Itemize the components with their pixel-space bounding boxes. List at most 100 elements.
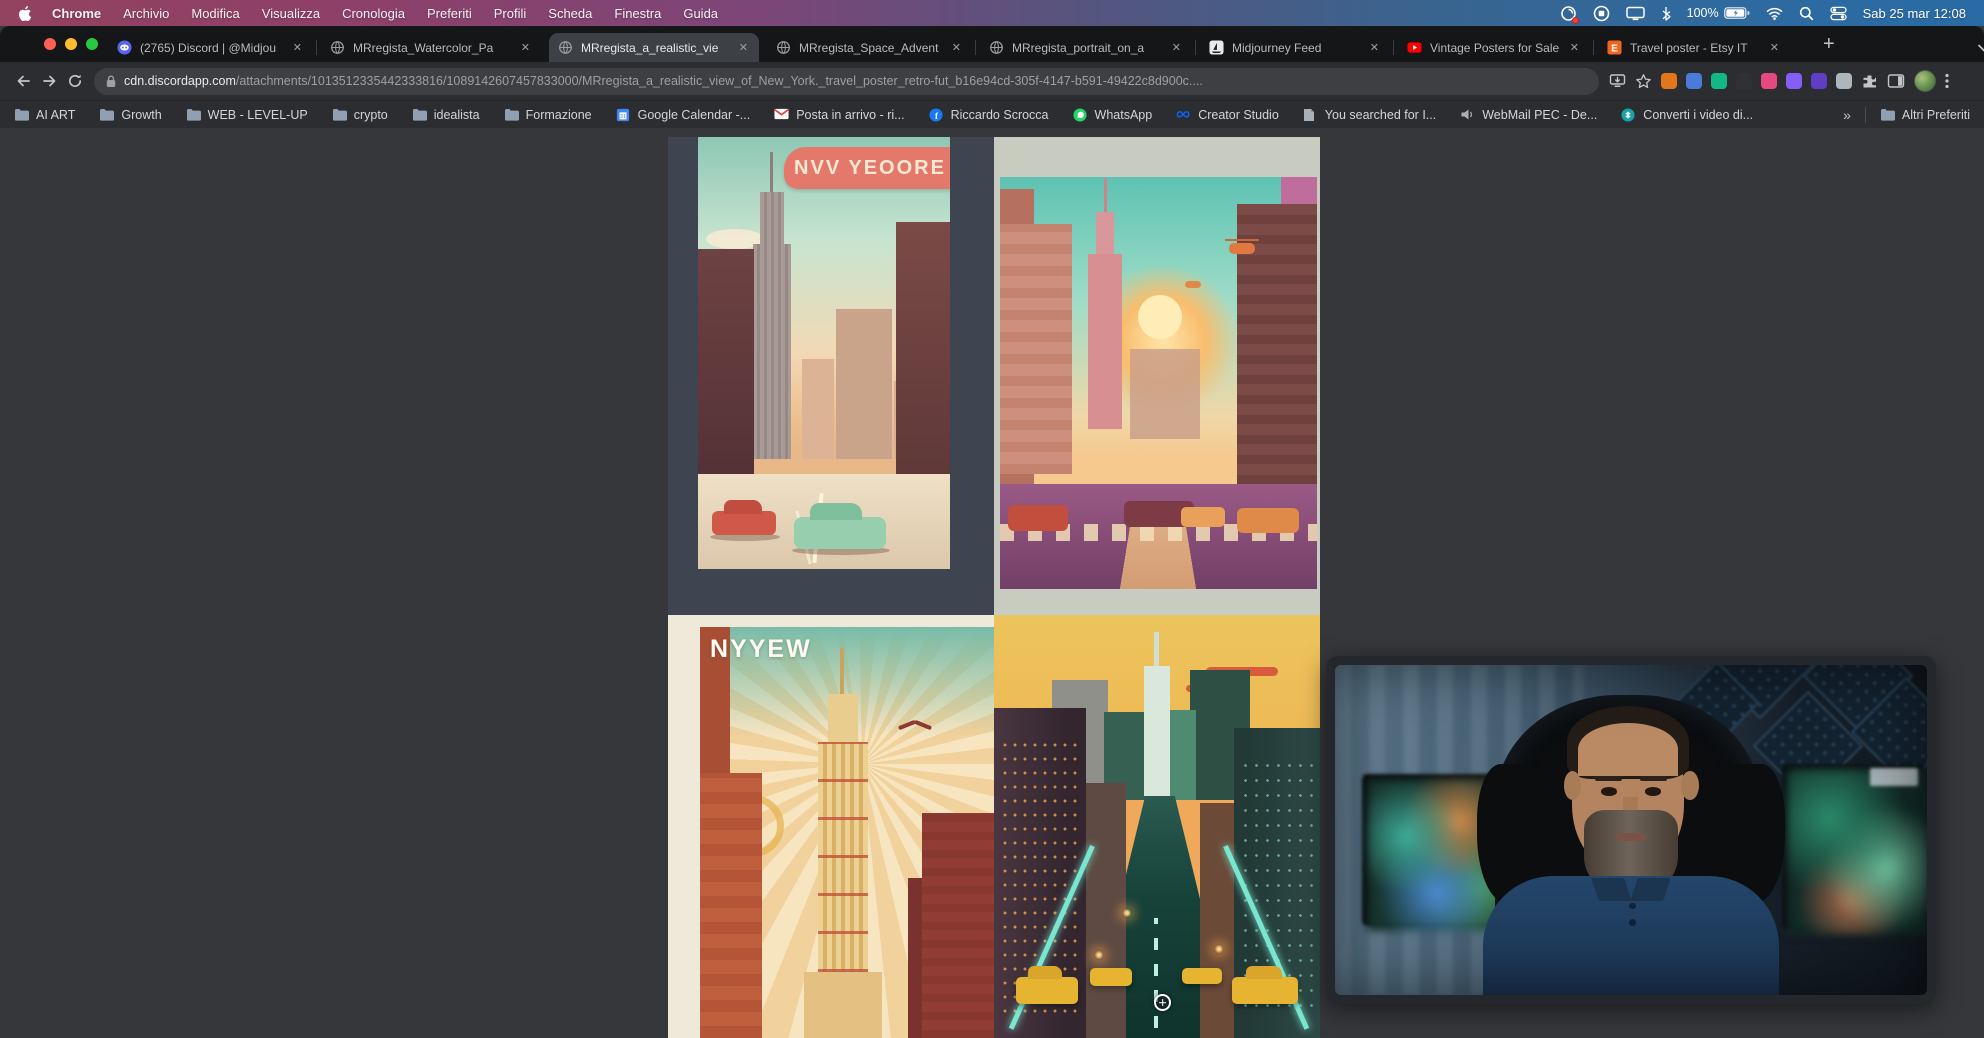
address-bar[interactable]: cdn.discordapp.com/attachments/101351233… xyxy=(94,68,1599,95)
tab-search-button[interactable] xyxy=(1978,39,1984,57)
new-tab-button[interactable]: + xyxy=(1823,33,1835,55)
globe-favicon xyxy=(330,40,346,56)
tab-mrregista-portrait-on-a[interactable]: MRregista_portrait_on_a✕ xyxy=(980,33,1192,62)
fullscreen-window-button[interactable] xyxy=(86,38,98,50)
other-bookmarks-folder[interactable]: Altri Preferiti xyxy=(1880,108,1970,122)
stop-record-icon[interactable] xyxy=(1593,5,1610,22)
tab-mrregista-watercolor-pa[interactable]: MRregista_Watercolor_Pa✕ xyxy=(321,33,541,62)
folder-icon xyxy=(99,108,114,122)
svg xyxy=(1887,73,1905,89)
circle xyxy=(122,46,124,48)
minimize-window-button[interactable] xyxy=(65,38,77,50)
side-panel-icon[interactable] xyxy=(1887,73,1905,89)
menu-guida[interactable]: Guida xyxy=(683,6,718,21)
extension-blue-icon[interactable] xyxy=(1686,73,1702,89)
tab-close-icon[interactable]: ✕ xyxy=(291,41,304,54)
display-icon[interactable] xyxy=(1626,6,1645,21)
path xyxy=(1881,109,1895,121)
battery-status[interactable]: 100% xyxy=(1687,6,1750,20)
menu-visualizza[interactable]: Visualizza xyxy=(262,6,320,21)
extension-gray-icon[interactable] xyxy=(1836,73,1852,89)
forward-button[interactable] xyxy=(36,68,62,94)
path xyxy=(1471,112,1472,117)
menu-profili[interactable]: Profili xyxy=(494,6,527,21)
bookmark-idealista[interactable]: idealista xyxy=(412,108,480,122)
bookmark-converti-i-video-di[interactable]: Converti i video di... xyxy=(1621,108,1753,122)
bookmark-web-level-up[interactable]: WEB - LEVEL-UP xyxy=(186,108,308,122)
extension-purple-icon[interactable] xyxy=(1786,73,1802,89)
tab-mrregista-space-advent[interactable]: MRregista_Space_Advent✕ xyxy=(767,33,972,62)
back-button[interactable] xyxy=(10,68,36,94)
menu-chrome[interactable]: Chrome xyxy=(52,6,101,21)
bookmark-webmail-pec-de[interactable]: WebMail PEC - De... xyxy=(1460,108,1597,122)
apple-icon[interactable] xyxy=(18,6,32,21)
install-icon[interactable] xyxy=(1609,73,1626,89)
screen-recording-status-icon[interactable] xyxy=(1560,5,1577,22)
svg xyxy=(1460,108,1474,121)
bookmark-whatsapp[interactable]: WhatsApp xyxy=(1073,108,1153,122)
bookmark-label: Riccardo Scrocca xyxy=(951,108,1049,122)
tab-close-icon[interactable]: ✕ xyxy=(1170,41,1183,54)
svg: f xyxy=(929,108,943,122)
chrome-menu-kebab-icon[interactable] xyxy=(1945,73,1949,89)
sun-core xyxy=(1138,295,1182,339)
tab-close-icon[interactable]: ✕ xyxy=(1768,41,1781,54)
extension-metamask-icon[interactable] xyxy=(1661,73,1677,89)
extension-dark-icon[interactable] xyxy=(1736,73,1752,89)
bld3-l xyxy=(700,773,762,1038)
bookmark-star-icon[interactable] xyxy=(1635,73,1652,90)
extensions-puzzle-icon[interactable] xyxy=(1861,73,1878,90)
wifi-icon[interactable] xyxy=(1766,7,1783,20)
menu-archivio[interactable]: Archivio xyxy=(123,6,169,21)
bookmark-you-searched-for-i[interactable]: You searched for I... xyxy=(1303,108,1436,122)
tab-title: Midjourney Feed xyxy=(1232,41,1361,55)
menu-cronologia[interactable]: Cronologia xyxy=(342,6,405,21)
bookmark-posta-in-arrivo-ri[interactable]: Posta in arrivo - ri... xyxy=(774,108,904,122)
bookmark-label: Creator Studio xyxy=(1198,108,1279,122)
bookmark-google-calendar[interactable]: 31Google Calendar -... xyxy=(616,108,751,122)
bookmark-creator-studio[interactable]: Creator Studio xyxy=(1176,108,1279,122)
poster-top-right-art xyxy=(1000,177,1317,589)
bookmark-label: Formazione xyxy=(526,108,592,122)
menu-finestra[interactable]: Finestra xyxy=(614,6,661,21)
bookmark-label: Google Calendar -... xyxy=(638,108,751,122)
tab-travel-poster-etsy-it[interactable]: ETravel poster - Etsy IT✕ xyxy=(1598,33,1790,62)
close-window-button[interactable] xyxy=(44,38,56,50)
tab-close-icon[interactable]: ✕ xyxy=(519,41,532,54)
menubar-status-area: 100% Sab 25 mar 12:08 xyxy=(1560,5,1966,22)
control-center-icon[interactable] xyxy=(1830,6,1847,21)
reload-button[interactable] xyxy=(62,68,88,94)
bookmark-ai-art[interactable]: AI ART xyxy=(14,108,75,122)
globe-favicon xyxy=(558,40,574,56)
bookmark-crypto[interactable]: crypto xyxy=(332,108,388,122)
spotlight-icon[interactable] xyxy=(1799,6,1814,21)
tab-close-icon[interactable]: ✕ xyxy=(737,41,750,54)
menu-modifica[interactable]: Modifica xyxy=(191,6,239,21)
bookmark-label: You searched for I... xyxy=(1325,108,1436,122)
bluetooth-icon[interactable] xyxy=(1661,6,1671,21)
extension-pink-icon[interactable] xyxy=(1761,73,1777,89)
midjourney-grid-image[interactable]: NVV YEOORE xyxy=(668,137,1320,1038)
menu-scheda[interactable]: Scheda xyxy=(548,6,592,21)
extension-violet-icon[interactable] xyxy=(1811,73,1827,89)
tab-mrregista-a-realistic-vie[interactable]: MRregista_a_realistic_vie✕ xyxy=(549,33,759,62)
menu-preferiti[interactable]: Preferiti xyxy=(427,6,472,21)
menubar-clock[interactable]: Sab 25 mar 12:08 xyxy=(1863,6,1966,21)
ellipse xyxy=(120,44,129,50)
tab-midjourney-feed[interactable]: Midjourney Feed ✕ xyxy=(1200,33,1390,62)
bookmark-formazione[interactable]: Formazione xyxy=(504,108,592,122)
tab-close-icon[interactable]: ✕ xyxy=(1368,41,1381,54)
bookmark-riccardo-scrocca[interactable]: f Riccardo Scrocca xyxy=(929,108,1049,122)
bookmarks-overflow-chevron[interactable]: » xyxy=(1843,107,1851,123)
extension-green-icon[interactable] xyxy=(1711,73,1727,89)
bookmark-growth[interactable]: Growth xyxy=(99,108,161,122)
tab-close-icon[interactable]: ✕ xyxy=(1568,41,1581,54)
tab-vintage-posters-for-sale[interactable]: Vintage Posters for Sale |✕ xyxy=(1398,33,1590,62)
svg xyxy=(1621,108,1635,122)
svg xyxy=(106,75,116,88)
lock-icon[interactable] xyxy=(106,75,116,88)
profile-avatar[interactable] xyxy=(1914,70,1936,92)
bld2-l xyxy=(1000,224,1072,474)
tab-close-icon[interactable]: ✕ xyxy=(950,41,963,54)
tab-2765-discord-midjou[interactable]: (2765) Discord | @Midjou✕ xyxy=(108,33,313,62)
